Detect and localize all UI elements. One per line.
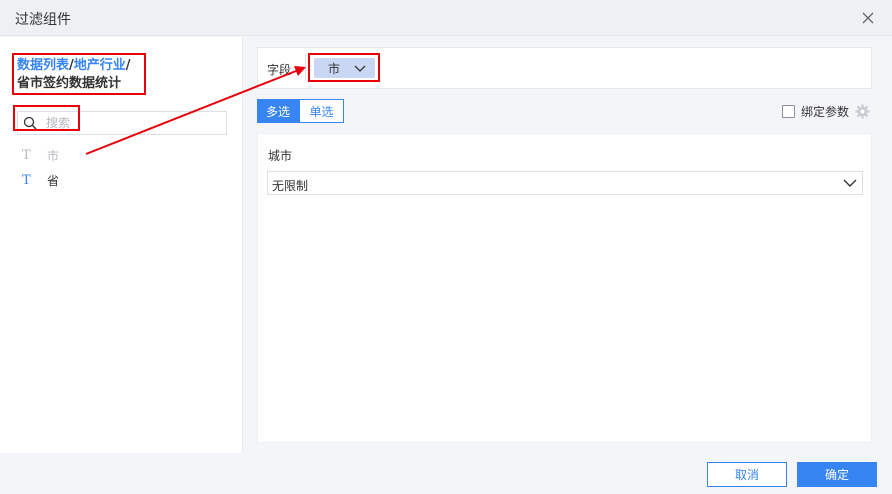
- tab-multi-select[interactable]: 多选: [257, 99, 299, 123]
- gear-icon[interactable]: [855, 103, 870, 119]
- filter-config-panel: 城市 无限制: [257, 133, 872, 443]
- field-item-province[interactable]: T 省: [22, 170, 59, 190]
- bind-param-label: 绑定参数: [801, 104, 850, 119]
- text-type-icon: T: [22, 147, 31, 163]
- field-label: 省: [47, 173, 60, 188]
- field-label: 市: [47, 148, 60, 163]
- breadcrumb-table-name: 省市签约数据统计: [17, 76, 122, 91]
- bind-param-checkbox[interactable]: [782, 104, 795, 118]
- breadcrumb-separator: /: [125, 58, 131, 73]
- close-button[interactable]: [858, 8, 878, 28]
- restriction-select-value: 无限制: [272, 179, 309, 193]
- field-item-city[interactable]: T 市: [22, 145, 59, 165]
- tab-single-select[interactable]: 单选: [299, 99, 344, 123]
- dialog-titlebar: 过滤组件: [0, 0, 892, 36]
- annotation-box-selected-field: [308, 53, 380, 82]
- breadcrumb-data-list-link[interactable]: 数据列表: [17, 58, 69, 73]
- field-area-label: 字段: [267, 63, 292, 77]
- bind-param-option: 绑定参数: [782, 102, 870, 120]
- cancel-button[interactable]: 取消: [707, 462, 787, 487]
- chevron-down-icon: [843, 179, 857, 187]
- ok-button[interactable]: 确定: [797, 462, 877, 487]
- datasource-path: 数据列表/地产行业/省市签约数据统计: [12, 53, 146, 95]
- dialog-title: 过滤组件: [15, 12, 71, 28]
- breadcrumb-industry-link[interactable]: 地产行业: [74, 58, 126, 73]
- field-list-panel: 数据列表/地产行业/省市签约数据统计 T 市 T 省: [0, 37, 243, 453]
- text-type-icon: T: [22, 172, 31, 188]
- config-field-label: 城市: [268, 149, 293, 163]
- annotation-box-city-field: [13, 105, 80, 131]
- field-area-divider: [305, 55, 306, 81]
- filter-component-dialog: 过滤组件 数据列表/地产行业/省市签约数据统计 T 市 T 省 字段: [0, 0, 892, 494]
- restriction-select[interactable]: 无限制: [267, 171, 863, 195]
- close-icon: [862, 12, 874, 24]
